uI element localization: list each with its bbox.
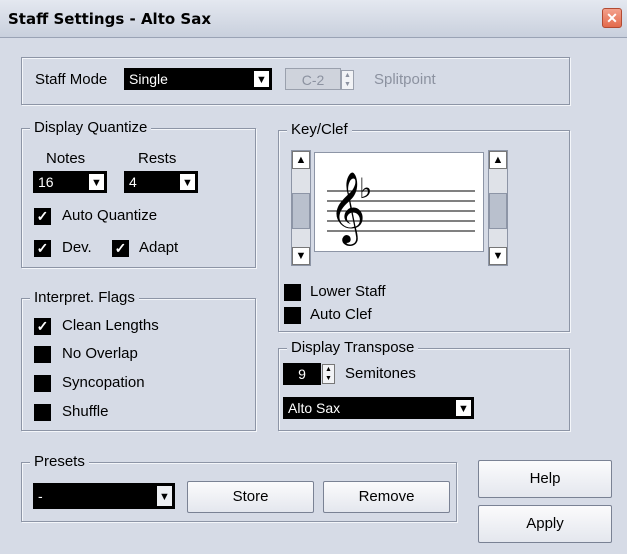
lower-staff-label: Lower Staff	[310, 283, 386, 300]
flat-icon: ♭	[359, 172, 373, 205]
shuffle-label: Shuffle	[62, 403, 109, 420]
notes-label: Notes	[46, 150, 86, 167]
syncopation-checkbox[interactable]	[34, 375, 51, 392]
semitones-spinner[interactable]: 9 ▲ ▼	[283, 363, 335, 385]
clean-lengths-checkbox[interactable]: ✓	[34, 318, 51, 335]
scroll-up-icon[interactable]: ▲	[292, 151, 310, 169]
notes-value: 16	[38, 174, 54, 190]
display-quantize-legend: Display Quantize	[30, 119, 152, 137]
instrument-value: Alto Sax	[288, 400, 341, 416]
chevron-down-icon[interactable]: ▼	[88, 173, 105, 191]
instrument-dropdown[interactable]: Alto Sax ▼	[283, 397, 474, 419]
display-transpose-legend: Display Transpose	[287, 339, 419, 357]
chevron-down-icon[interactable]: ▼	[455, 399, 472, 417]
adapt-label: Adapt	[139, 239, 179, 256]
no-overlap-checkbox[interactable]	[34, 346, 51, 363]
scroll-down-icon[interactable]: ▼	[489, 247, 507, 265]
scroll-thumb[interactable]	[489, 193, 507, 229]
remove-button[interactable]: Remove	[323, 481, 450, 513]
close-icon: ✕	[606, 10, 618, 26]
spin-arrows-icon[interactable]: ▲ ▼	[322, 364, 335, 384]
staff-mode-label: Staff Mode	[35, 71, 108, 88]
presets-dropdown[interactable]: - ▼	[33, 483, 175, 509]
splitpoint-value: C-2	[301, 72, 325, 88]
presets-value: -	[38, 488, 43, 504]
dev-checkbox[interactable]: ✓	[34, 240, 51, 257]
key-clef-legend: Key/Clef	[287, 121, 352, 139]
no-overlap-label: No Overlap	[62, 345, 138, 362]
presets-legend: Presets	[30, 453, 89, 471]
title-bar: Staff Settings - Alto Sax ✕	[0, 0, 627, 38]
chevron-down-icon[interactable]: ▼	[156, 485, 173, 507]
staff-preview: 𝄞 ♭	[314, 152, 484, 252]
scroll-up-icon[interactable]: ▲	[489, 151, 507, 169]
clean-lengths-label: Clean Lengths	[62, 317, 159, 334]
lower-staff-checkbox[interactable]	[284, 284, 301, 301]
rests-label: Rests	[138, 150, 177, 167]
help-button[interactable]: Help	[478, 460, 612, 498]
close-button[interactable]: ✕	[602, 8, 622, 28]
clef-scrollbar[interactable]: ▲ ▼	[291, 150, 311, 266]
spin-arrows-icon[interactable]: ▲ ▼	[341, 70, 354, 90]
apply-button[interactable]: Apply	[478, 505, 612, 543]
chevron-down-icon[interactable]: ▼	[179, 173, 196, 191]
semitones-value: 9	[298, 366, 306, 382]
scroll-down-icon[interactable]: ▼	[292, 247, 310, 265]
key-scrollbar[interactable]: ▲ ▼	[488, 150, 508, 266]
rests-value: 4	[129, 174, 137, 190]
window-title: Staff Settings - Alto Sax	[8, 10, 211, 28]
auto-clef-checkbox[interactable]	[284, 307, 301, 324]
auto-quantize-checkbox[interactable]: ✓	[34, 208, 51, 225]
chevron-down-icon[interactable]: ▼	[253, 70, 270, 88]
auto-quantize-label: Auto Quantize	[62, 207, 158, 224]
store-button[interactable]: Store	[187, 481, 314, 513]
adapt-checkbox[interactable]: ✓	[112, 240, 129, 257]
semitones-label: Semitones	[345, 365, 416, 382]
rests-dropdown[interactable]: 4 ▼	[124, 171, 198, 193]
scroll-thumb[interactable]	[292, 193, 310, 229]
staff-mode-value: Single	[129, 71, 168, 87]
dev-label: Dev.	[62, 239, 92, 256]
splitpoint-spinner[interactable]: C-2 ▲ ▼	[285, 68, 354, 90]
notes-dropdown[interactable]: 16 ▼	[33, 171, 107, 193]
staff-mode-dropdown[interactable]: Single ▼	[124, 68, 272, 90]
auto-clef-label: Auto Clef	[310, 306, 372, 323]
interpret-flags-legend: Interpret. Flags	[30, 289, 139, 307]
splitpoint-label: Splitpoint	[374, 71, 436, 88]
syncopation-label: Syncopation	[62, 374, 145, 391]
shuffle-checkbox[interactable]	[34, 404, 51, 421]
